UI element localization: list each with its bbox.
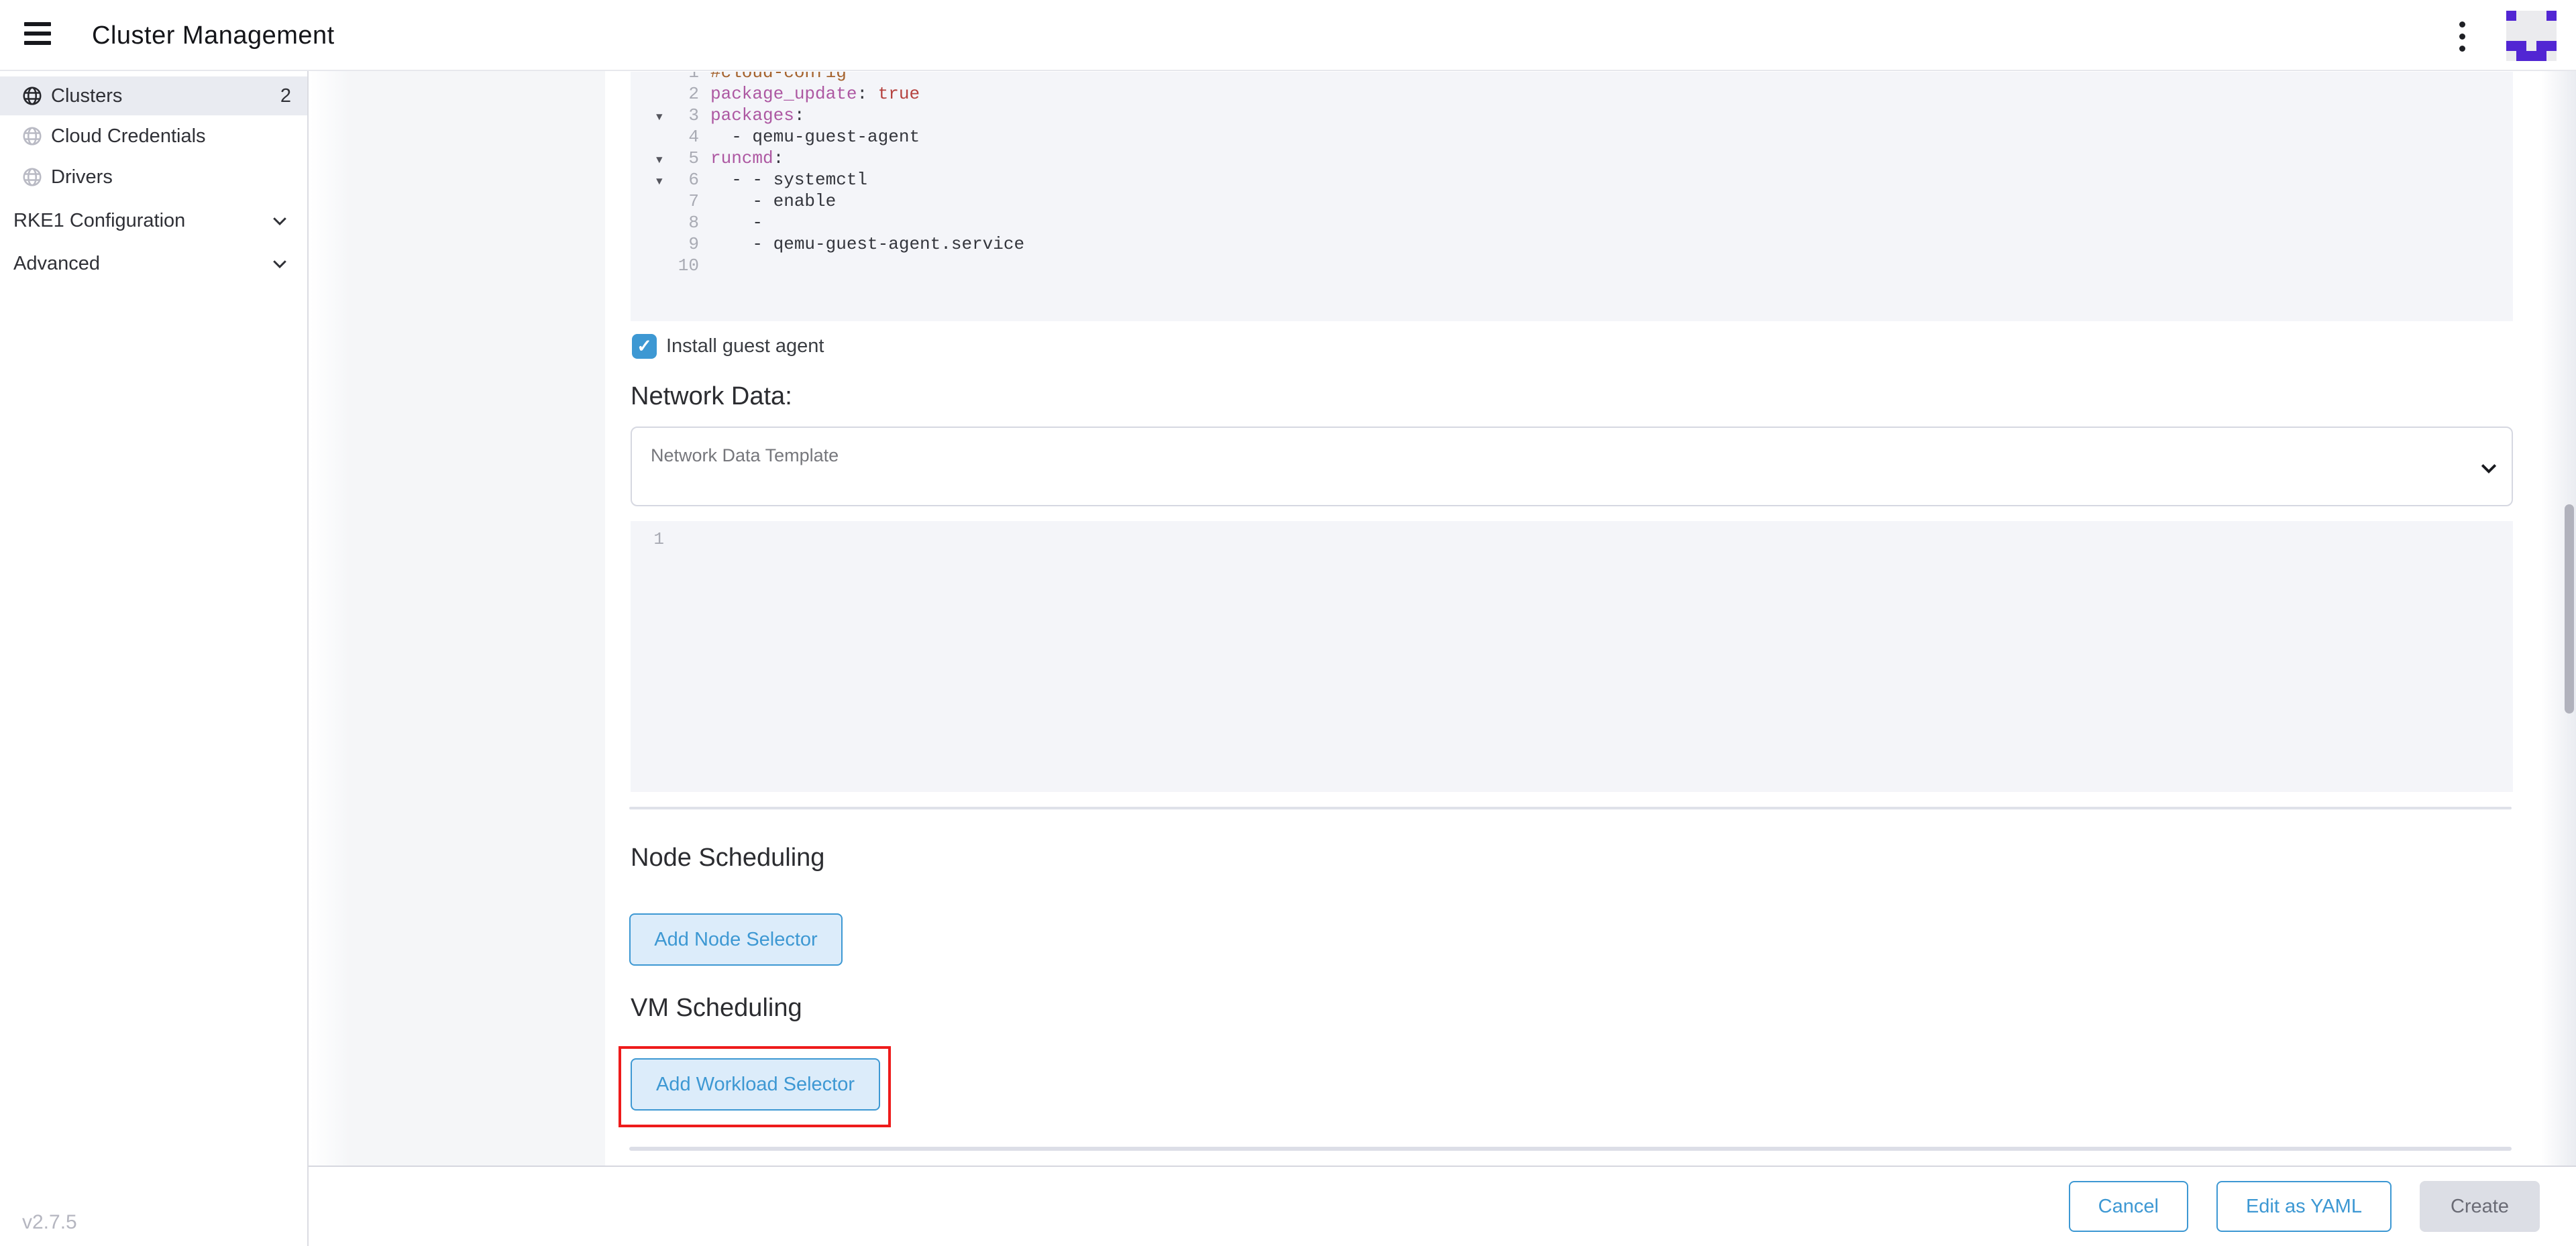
cancel-button[interactable]: Cancel [2069,1181,2188,1232]
network-data-template-select[interactable]: Network Data Template [631,427,2513,506]
sidebar-item-label: Cloud Credentials [51,125,206,148]
fold-marker-icon[interactable]: ▼ [656,107,663,128]
code-line: 9 - qemu-guest-agent.service [631,233,2513,255]
add-node-selector-button[interactable]: Add Node Selector [629,913,843,966]
chevron-down-icon [270,253,290,274]
select-placeholder: Network Data Template [651,445,839,466]
network-data-editor[interactable]: 1 [631,521,2513,792]
page-background-column [310,71,605,1166]
sidebar-group-advanced[interactable]: Advanced [0,244,307,283]
node-scheduling-heading: Node Scheduling [631,844,824,872]
sidebar-item-cloud-credentials[interactable]: Cloud Credentials [0,117,307,156]
code-line: 8 - [631,212,2513,233]
sidebar: Clusters 2 Cloud Credentials Drivers RKE… [0,71,309,1246]
edit-as-yaml-button[interactable]: Edit as YAML [2216,1181,2392,1232]
fold-marker-icon[interactable]: ▼ [656,150,663,171]
sidebar-item-clusters[interactable]: Clusters 2 [0,76,307,115]
hamburger-menu-icon[interactable] [24,22,51,49]
code-line: 4 - qemu-guest-agent [631,126,2513,148]
checkbox-label: Install guest agent [666,335,824,357]
checkmark-icon: ✓ [637,336,652,357]
kebab-menu-icon[interactable] [2453,17,2471,55]
sidebar-group-rke1-configuration[interactable]: RKE1 Configuration [0,201,307,240]
cluster-management-app: Cluster Management Clusters 2 [0,0,2576,1246]
sidebar-item-label: Drivers [51,166,113,188]
code-line: 1 [631,528,2513,550]
section-divider [629,807,2512,809]
chevron-down-icon [2477,456,2501,480]
sidebar-group-label: RKE1 Configuration [13,210,185,232]
network-data-heading: Network Data: [631,382,792,411]
code-line: ▼5 runcmd: [631,148,2513,169]
scrollbar-track[interactable] [2541,71,2576,1246]
chevron-down-icon [270,211,290,231]
create-button[interactable]: Create [2420,1181,2540,1232]
action-bar: Cancel Edit as YAML Create [309,1166,2576,1246]
avatar-identicon[interactable] [2506,11,2557,61]
sidebar-group-label: Advanced [13,253,100,275]
globe-icon [21,85,43,107]
sidebar-item-label: Clusters [51,85,122,107]
cloud-config-yaml-editor[interactable]: 1 #cloud-config 2 package_update: true ▼… [631,72,2513,321]
code-line: 1 #cloud-config [631,72,2513,83]
globe-icon [21,166,43,188]
vm-scheduling-heading: VM Scheduling [631,994,802,1023]
code-line: 2 package_update: true [631,83,2513,105]
scrollbar-thumb[interactable] [2565,504,2574,714]
fold-marker-icon[interactable]: ▼ [656,171,663,192]
code-line: ▼6 - - systemctl [631,169,2513,190]
version-label: v2.7.5 [22,1211,77,1234]
section-divider [629,1147,2512,1151]
sidebar-item-drivers[interactable]: Drivers [0,158,307,196]
add-workload-selector-button[interactable]: Add Workload Selector [631,1058,880,1111]
sidebar-item-count: 2 [280,85,291,107]
code-line: 10 [631,255,2513,276]
checkbox-checked-icon: ✓ [632,334,657,359]
globe-icon [21,125,43,147]
code-line: 7 - enable [631,190,2513,212]
page-title: Cluster Management [92,0,335,71]
install-guest-agent-checkbox[interactable]: ✓ Install guest agent [632,334,824,359]
top-bar: Cluster Management [0,0,2576,71]
code-line: ▼3 packages: [631,105,2513,126]
